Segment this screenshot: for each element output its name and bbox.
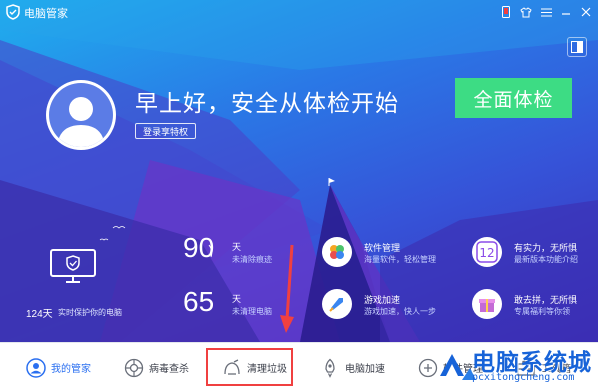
my-manager-icon bbox=[26, 357, 46, 378]
full-scan-button[interactable]: 全面体检 bbox=[455, 78, 572, 118]
software-manager-icon[interactable] bbox=[322, 237, 352, 267]
sidebar-icon bbox=[571, 41, 583, 53]
minimize-icon[interactable] bbox=[558, 4, 574, 20]
trace-desc[interactable]: 未清除痕迹 bbox=[232, 254, 272, 265]
pc-manager-window: 电脑管家 早上好，安全从体检开始 登录享特权 全面体检 124天 实时保护你的电… bbox=[0, 0, 598, 391]
close-icon[interactable] bbox=[578, 4, 594, 20]
feature-title-software[interactable]: 软件管理 bbox=[364, 241, 400, 254]
sidebar-toggle-button[interactable] bbox=[567, 37, 587, 57]
greeting-text: 早上好，安全从体检开始 bbox=[135, 90, 399, 116]
feature-sub-version: 最新版本功能介绍 bbox=[514, 255, 578, 264]
virus-scan-icon bbox=[124, 358, 144, 377]
highlight-box-annotation bbox=[206, 348, 293, 386]
gift-icon[interactable] bbox=[472, 289, 502, 319]
shield-logo-icon bbox=[6, 4, 20, 20]
title-bar: 电脑管家 bbox=[0, 0, 598, 24]
nav-label-my-manager: 我的管家 bbox=[51, 364, 91, 375]
red-arrow-annotation bbox=[280, 244, 294, 333]
garbage-desc[interactable]: 未清理电脑 bbox=[232, 306, 272, 317]
version-12-icon[interactable]: 12 bbox=[472, 237, 502, 267]
feature-sub-gift: 专属福利等你领 bbox=[514, 307, 570, 316]
skin-icon[interactable] bbox=[518, 4, 534, 20]
speedup-icon bbox=[325, 358, 335, 378]
phone-icon[interactable] bbox=[498, 4, 514, 20]
feature-sub-game: 游戏加速，快人一步 bbox=[364, 307, 436, 316]
avatar[interactable] bbox=[46, 80, 116, 150]
game-boost-icon[interactable] bbox=[322, 289, 352, 319]
protect-label: 实时保护你的电脑 bbox=[58, 308, 122, 317]
feature-title-game[interactable]: 游戏加速 bbox=[364, 293, 400, 306]
hero-banner: 电脑管家 早上好，安全从体检开始 登录享特权 全面体检 124天 实时保护你的电… bbox=[0, 0, 598, 342]
garbage-unit: 天 bbox=[232, 294, 242, 304]
nav-my-manager[interactable]: 我的管家 bbox=[26, 343, 91, 391]
menu-icon[interactable] bbox=[538, 4, 554, 20]
login-button[interactable]: 登录享特权 bbox=[135, 123, 196, 139]
trace-ring-icon bbox=[208, 244, 213, 258]
window-controls bbox=[498, 3, 594, 21]
nav-label-speedup: 电脑加速 bbox=[345, 364, 385, 375]
feature-title-gift[interactable]: 敢去拼，无所惧 bbox=[514, 293, 577, 306]
user-avatar-icon bbox=[49, 83, 113, 147]
nav-speedup[interactable]: 电脑加速 bbox=[320, 343, 385, 391]
app-title: 电脑管家 bbox=[24, 8, 68, 20]
monitor-icon bbox=[50, 249, 96, 283]
protect-days: 124天 bbox=[26, 309, 53, 320]
nav-virus-scan[interactable]: 病毒查杀 bbox=[124, 343, 189, 391]
feature-sub-software: 海量软件，轻松管理 bbox=[364, 255, 436, 264]
garbage-days-value: 65 bbox=[183, 286, 215, 317]
trace-unit: 天 bbox=[232, 242, 242, 252]
watermark-url: pcxitongcheng.com bbox=[472, 372, 575, 383]
svg-text:12: 12 bbox=[479, 246, 494, 260]
nav-label-virus-scan: 病毒查杀 bbox=[149, 364, 189, 375]
feature-title-version[interactable]: 有实力，无所惧 bbox=[514, 241, 577, 254]
